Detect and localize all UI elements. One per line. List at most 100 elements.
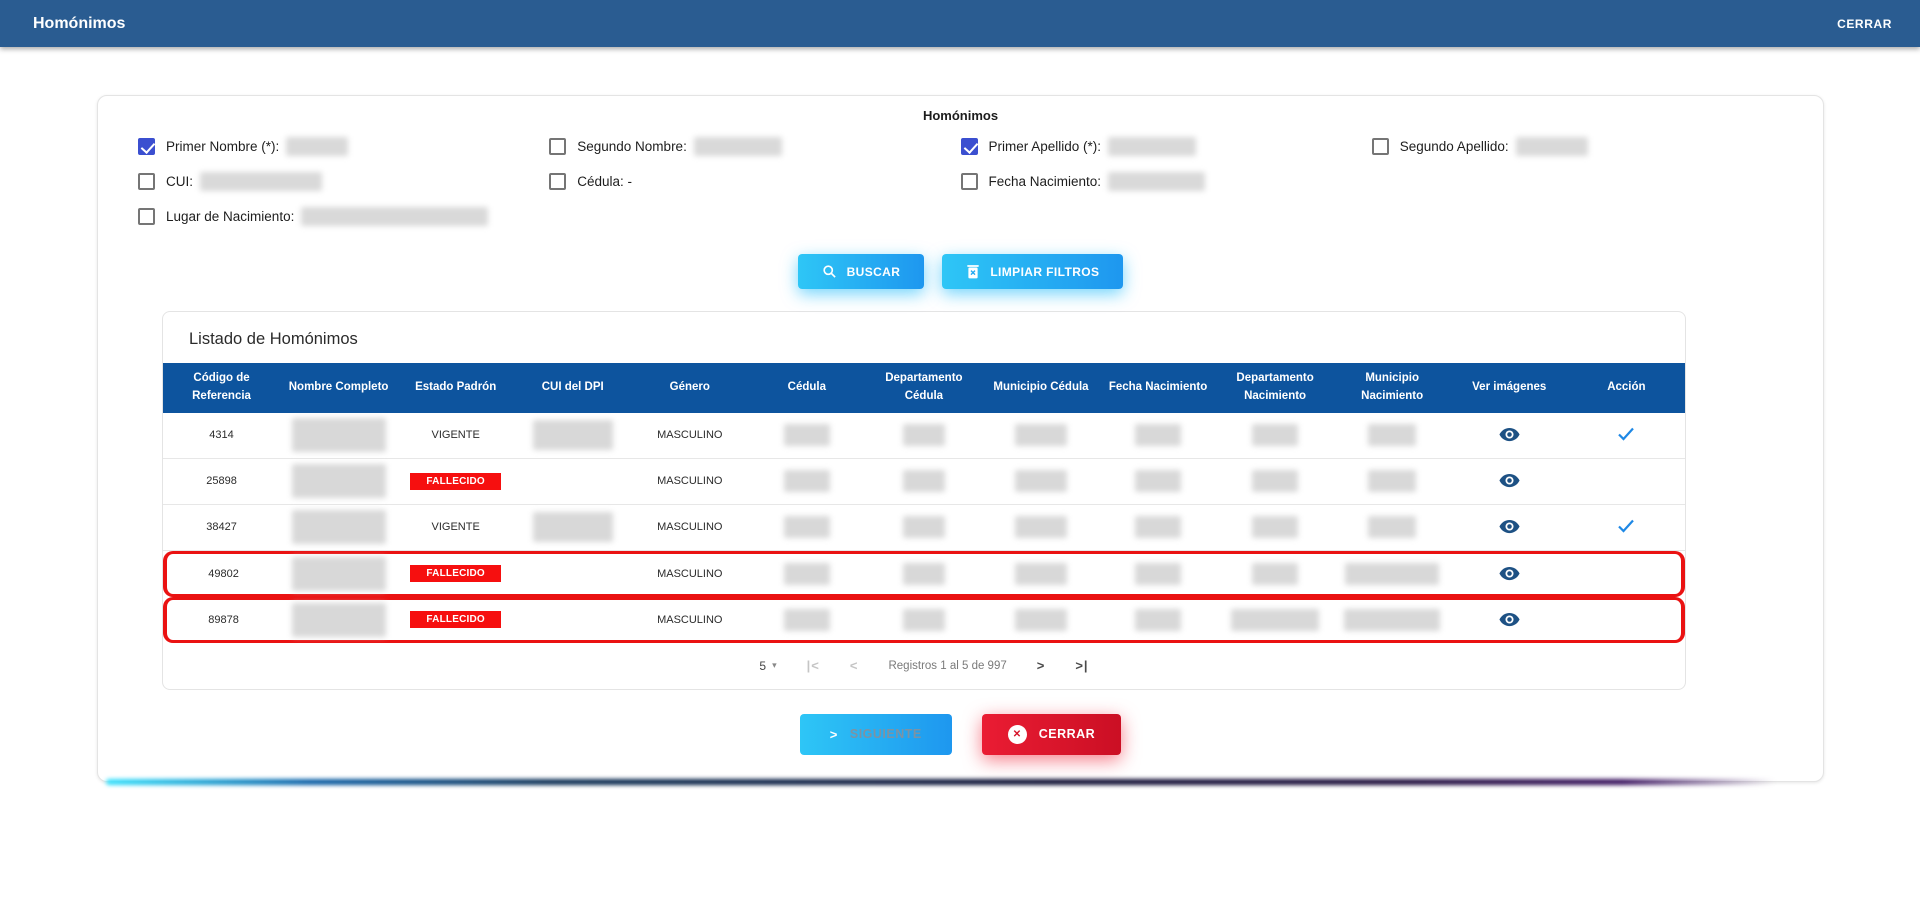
caret-down-icon: ▾: [772, 660, 777, 671]
filter-actions: BUSCAR LIMPIAR FILTROS: [98, 254, 1823, 289]
siguiente-button[interactable]: > SIGUIENTE: [800, 714, 952, 755]
cell-ver-imagenes[interactable]: [1451, 413, 1568, 459]
redacted-value: [1368, 424, 1416, 446]
eye-icon: [1499, 566, 1520, 581]
redacted-value: [784, 563, 830, 585]
view-images-button[interactable]: [1497, 564, 1522, 583]
chevron-right-icon: >: [830, 727, 838, 742]
buscar-button[interactable]: BUSCAR: [798, 254, 925, 289]
filter-segundo-nombre: Segundo Nombre:: [549, 137, 960, 156]
cell-accion[interactable]: [1568, 413, 1685, 459]
cell-departamento-cedula: [865, 459, 982, 505]
table-row: 4314VIGENTEMASCULINO: [163, 413, 1685, 459]
cell-cui-dpi: [514, 413, 631, 459]
eye-icon: [1499, 612, 1520, 627]
redacted-value: [1015, 563, 1067, 585]
cell-codigo-referencia: 89878: [163, 597, 280, 643]
redacted-value: [784, 516, 830, 538]
last-page-button[interactable]: >|: [1075, 658, 1088, 673]
filters-section: Primer Nombre (*): Segundo Nombre: Prime…: [98, 129, 1823, 230]
action-check-icon[interactable]: [1617, 432, 1635, 444]
limpiar-filtros-button[interactable]: LIMPIAR FILTROS: [942, 254, 1123, 289]
cell-cedula: [748, 597, 865, 643]
lugar-nacimiento-checkbox[interactable]: [138, 208, 155, 225]
cell-ver-imagenes[interactable]: [1451, 597, 1568, 643]
segundo-apellido-checkbox[interactable]: [1372, 138, 1389, 155]
redacted-value: [1135, 424, 1181, 446]
cui-checkbox[interactable]: [138, 173, 155, 190]
view-images-button[interactable]: [1497, 425, 1522, 444]
redacted-value: [301, 207, 488, 226]
close-circle-icon: ✕: [1008, 725, 1027, 744]
cell-departamento-cedula: [865, 597, 982, 643]
appbar-close-button[interactable]: CERRAR: [1837, 17, 1892, 31]
redacted-value: [292, 464, 386, 498]
cell-municipio-nacimiento: [1334, 597, 1451, 643]
panel-title: Homónimos: [98, 104, 1823, 129]
column-header: Departamento Cédula: [865, 363, 982, 413]
cell-accion: [1568, 551, 1685, 597]
column-header: Municipio Nacimiento: [1334, 363, 1451, 413]
cell-codigo-referencia: 25898: [163, 459, 280, 505]
table-header-row: Código de ReferenciaNombre CompletoEstad…: [163, 363, 1685, 413]
cell-accion: [1568, 597, 1685, 643]
redacted-value: [1108, 137, 1196, 156]
cell-municipio-cedula: [982, 505, 1099, 551]
cell-fecha-nacimiento: [1100, 597, 1217, 643]
cell-cedula: [748, 551, 865, 597]
cell-cui-dpi: [514, 505, 631, 551]
cell-estado-padron: FALLECIDO: [397, 551, 514, 597]
segundo-nombre-checkbox[interactable]: [549, 138, 566, 155]
view-images-button[interactable]: [1497, 471, 1522, 490]
cell-genero: MASCULINO: [631, 505, 748, 551]
column-header: Código de Referencia: [163, 363, 280, 413]
filter-label: Lugar de Nacimiento:: [166, 209, 294, 224]
cell-fecha-nacimiento: [1100, 413, 1217, 459]
redacted-value: [533, 512, 613, 542]
cell-ver-imagenes[interactable]: [1451, 551, 1568, 597]
cerrar-button[interactable]: ✕ CERRAR: [982, 714, 1121, 755]
column-header: Nombre Completo: [280, 363, 397, 413]
cell-accion[interactable]: [1568, 505, 1685, 551]
cell-municipio-nacimiento: [1334, 459, 1451, 505]
cedula-checkbox[interactable]: [549, 173, 566, 190]
view-images-button[interactable]: [1497, 517, 1522, 536]
first-page-button[interactable]: |<: [807, 658, 820, 673]
column-header: Género: [631, 363, 748, 413]
redacted-value: [1015, 470, 1067, 492]
cell-departamento-nacimiento: [1217, 505, 1334, 551]
redacted-value: [784, 609, 830, 631]
redacted-value: [1252, 516, 1298, 538]
cell-cedula: [748, 505, 865, 551]
filter-cedula: Cédula: -: [549, 172, 960, 191]
view-images-button[interactable]: [1497, 610, 1522, 629]
redacted-value: [1252, 424, 1298, 446]
cell-genero: MASCULINO: [631, 597, 748, 643]
cell-ver-imagenes[interactable]: [1451, 459, 1568, 505]
siguiente-label: SIGUIENTE: [850, 727, 922, 741]
prev-page-button[interactable]: <: [850, 658, 859, 673]
primer-apellido-checkbox[interactable]: [961, 138, 978, 155]
redacted-value: [533, 420, 613, 450]
column-header: CUI del DPI: [514, 363, 631, 413]
cell-cui-dpi: [514, 459, 631, 505]
next-page-button[interactable]: >: [1037, 658, 1046, 673]
cell-ver-imagenes[interactable]: [1451, 505, 1568, 551]
column-header: Ver imágenes: [1451, 363, 1568, 413]
cell-departamento-cedula: [865, 505, 982, 551]
cell-departamento-cedula: [865, 551, 982, 597]
redacted-value: [1015, 609, 1067, 631]
action-check-icon[interactable]: [1617, 524, 1635, 536]
table-row: 25898FALLECIDOMASCULINO: [163, 459, 1685, 505]
filter-lugar-nacimiento: Lugar de Nacimiento:: [138, 207, 549, 226]
fecha-nacimiento-checkbox[interactable]: [961, 173, 978, 190]
redacted-value: [1135, 470, 1181, 492]
cerrar-label: CERRAR: [1039, 727, 1095, 741]
page-size-value: 5: [759, 659, 766, 673]
primer-nombre-checkbox[interactable]: [138, 138, 155, 155]
cell-cui-dpi: [514, 551, 631, 597]
redacted-value: [784, 424, 830, 446]
cell-cedula: [748, 459, 865, 505]
filter-label: CUI:: [166, 174, 193, 189]
page-size-select[interactable]: 5 ▾: [759, 659, 776, 673]
